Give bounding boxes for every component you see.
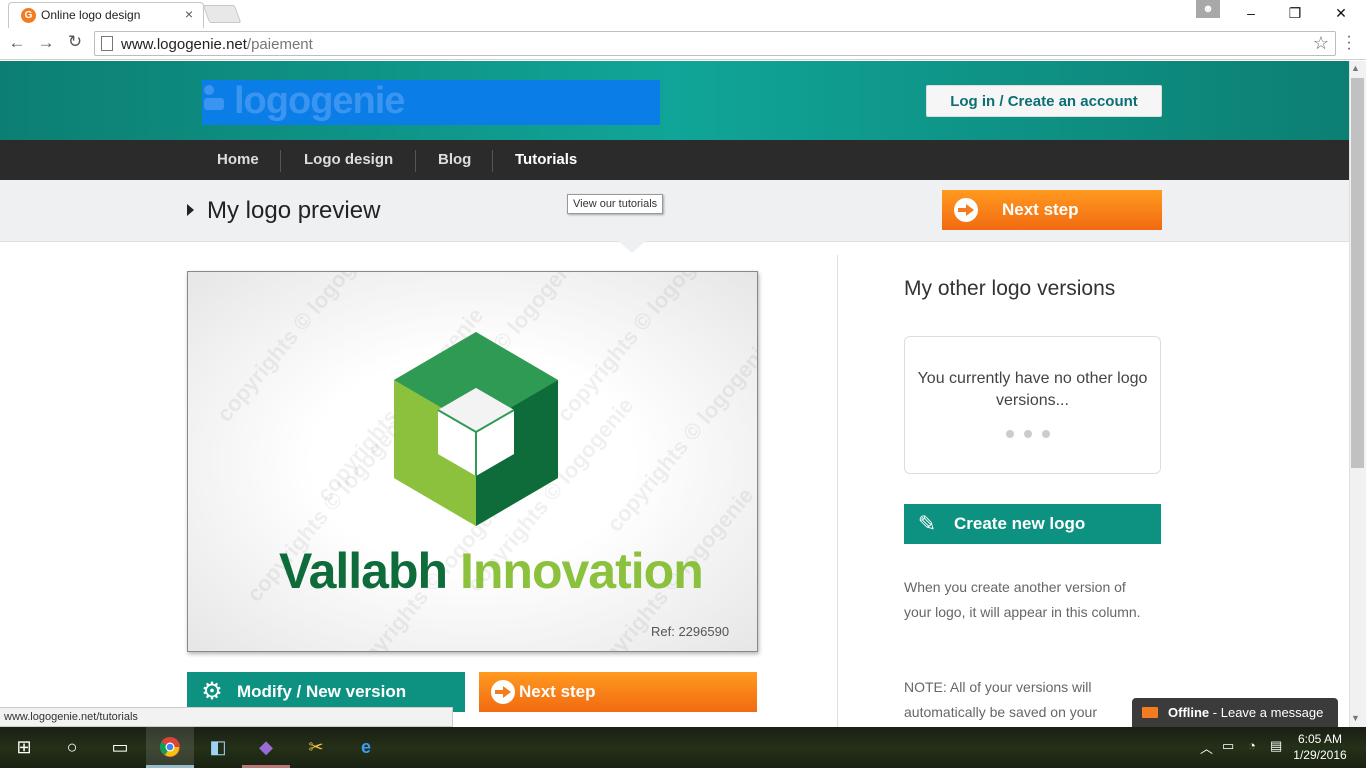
windows-start-icon[interactable]: ⊞ bbox=[0, 727, 48, 768]
task-view-icon[interactable]: ▭ bbox=[96, 727, 144, 768]
tools-icon[interactable]: ✂ bbox=[292, 727, 340, 768]
scroll-down-icon[interactable]: ▼ bbox=[1351, 713, 1360, 723]
chat-label: Offline - Leave a message bbox=[1168, 698, 1323, 727]
url-host: www.logogenie.net bbox=[121, 36, 247, 53]
pencil-icon: ✎ bbox=[917, 511, 937, 536]
logo-text: logogenie bbox=[234, 80, 405, 122]
tutorials-tooltip: View our tutorials bbox=[567, 194, 664, 214]
main-nav bbox=[0, 140, 1349, 180]
tab-title: Online logo design bbox=[41, 8, 141, 22]
loading-dot bbox=[1042, 430, 1050, 438]
next-step-label: Next step bbox=[1002, 200, 1079, 219]
nav-separator bbox=[415, 150, 416, 172]
edge-browser-icon[interactable]: e bbox=[342, 727, 390, 768]
close-window-button[interactable]: ✕ bbox=[1318, 0, 1364, 26]
logo-mark-icon bbox=[204, 85, 214, 95]
taskbar-clock[interactable]: 6:05 AM 1/29/2016 bbox=[1290, 731, 1350, 763]
no-versions-text: You currently have no other logo version… bbox=[917, 370, 1148, 409]
chat-leave-message: - Leave a message bbox=[1212, 705, 1324, 720]
battery-icon[interactable]: ▭ bbox=[1222, 738, 1234, 754]
chrome-logo-icon bbox=[160, 737, 180, 757]
arrow-right-icon bbox=[954, 198, 978, 222]
bookmark-star-icon[interactable]: ☆ bbox=[1313, 33, 1329, 54]
scrollbar-thumb[interactable] bbox=[1351, 78, 1364, 468]
chat-widget[interactable]: Offline - Leave a message bbox=[1132, 698, 1338, 727]
status-bar-url: www.logogenie.net/tutorials bbox=[0, 707, 453, 727]
logo-word-2: Innovation bbox=[459, 543, 704, 599]
back-icon[interactable]: ← bbox=[6, 33, 28, 53]
envelope-icon bbox=[1142, 707, 1158, 718]
nav-blog[interactable]: Blog bbox=[438, 140, 471, 180]
nav-home[interactable]: Home bbox=[217, 140, 259, 180]
site-logo[interactable]: logogenie bbox=[202, 80, 660, 125]
wifi-icon[interactable]: ◔ bbox=[1248, 738, 1256, 753]
logogenie-favicon-icon: G bbox=[21, 8, 36, 23]
minimize-button[interactable]: – bbox=[1228, 0, 1274, 26]
other-versions-title: My other logo versions bbox=[904, 277, 1116, 300]
nav-separator bbox=[492, 150, 493, 172]
nav-separator bbox=[280, 150, 281, 172]
clock-time: 6:05 AM bbox=[1297, 732, 1343, 746]
visual-studio-icon[interactable]: ◆ bbox=[242, 727, 290, 768]
forward-icon[interactable]: → bbox=[35, 33, 57, 53]
new-tab-button[interactable] bbox=[202, 5, 242, 23]
reload-icon[interactable]: ↻ bbox=[64, 32, 86, 52]
hexagon-cube-logo-icon bbox=[394, 332, 558, 526]
next-step-button-bottom[interactable]: Next step bbox=[479, 672, 757, 712]
chrome-menu-icon[interactable]: · · · bbox=[1342, 29, 1356, 57]
tray-chevron-icon[interactable]: ︿ bbox=[1200, 738, 1213, 757]
next-step-button-top[interactable]: Next step bbox=[942, 190, 1162, 230]
login-create-account-button[interactable]: Log in / Create an account bbox=[926, 85, 1162, 117]
logo-ref-number: Ref: 2296590 bbox=[651, 624, 730, 639]
profile-icon[interactable]: ☻ bbox=[1196, 0, 1220, 18]
versions-description: When you create another version of your … bbox=[904, 579, 1141, 620]
address-bar[interactable]: www.logogenie.net/paiement ☆ bbox=[94, 31, 1336, 56]
gear-icon: ⚙ bbox=[201, 678, 223, 705]
next-step-label: Next step bbox=[519, 682, 596, 701]
notifications-icon[interactable]: ▤ bbox=[1270, 738, 1282, 754]
loading-dot bbox=[1024, 430, 1032, 438]
scroll-up-icon[interactable]: ▲ bbox=[1351, 63, 1360, 73]
url-path: /paiement bbox=[246, 36, 313, 53]
arrow-right-icon bbox=[491, 680, 515, 704]
logo-word-1: Vallabh bbox=[279, 543, 448, 599]
nav-logo-design[interactable]: Logo design bbox=[304, 140, 393, 180]
chrome-taskbar-icon[interactable] bbox=[146, 727, 194, 768]
versions-note: NOTE: All of your versions will automati… bbox=[904, 679, 1097, 720]
column-divider bbox=[837, 255, 838, 727]
modify-new-version-button[interactable]: Modify / New version bbox=[187, 672, 465, 712]
app-window-icon[interactable]: ◧ bbox=[194, 727, 242, 768]
preview-bar-notch bbox=[618, 241, 646, 253]
restore-button[interactable]: ❐ bbox=[1272, 0, 1318, 26]
page-title: My logo preview bbox=[207, 197, 381, 224]
create-new-logo-button[interactable]: Create new logo bbox=[904, 504, 1161, 544]
tab-close-icon[interactable]: × bbox=[185, 6, 193, 22]
nav-tutorials[interactable]: Tutorials bbox=[515, 140, 577, 180]
browser-tab[interactable]: G Online logo design × bbox=[8, 2, 204, 28]
cortana-search-icon[interactable]: ○ bbox=[48, 727, 96, 768]
url-text: www.logogenie.net/paiement bbox=[121, 36, 313, 53]
page-icon bbox=[101, 36, 113, 51]
loading-dot bbox=[1006, 430, 1014, 438]
watermark-text: copyrights © logogenie bbox=[211, 271, 389, 427]
create-label: Create new logo bbox=[954, 514, 1086, 533]
modify-label: Modify / New version bbox=[237, 682, 407, 701]
expand-triangle-icon bbox=[187, 204, 194, 216]
logo-company-name: Vallabh Innovation bbox=[279, 542, 704, 600]
chat-status: Offline bbox=[1168, 705, 1210, 720]
logo-mark-base bbox=[204, 98, 224, 110]
clock-date: 1/29/2016 bbox=[1293, 748, 1347, 762]
